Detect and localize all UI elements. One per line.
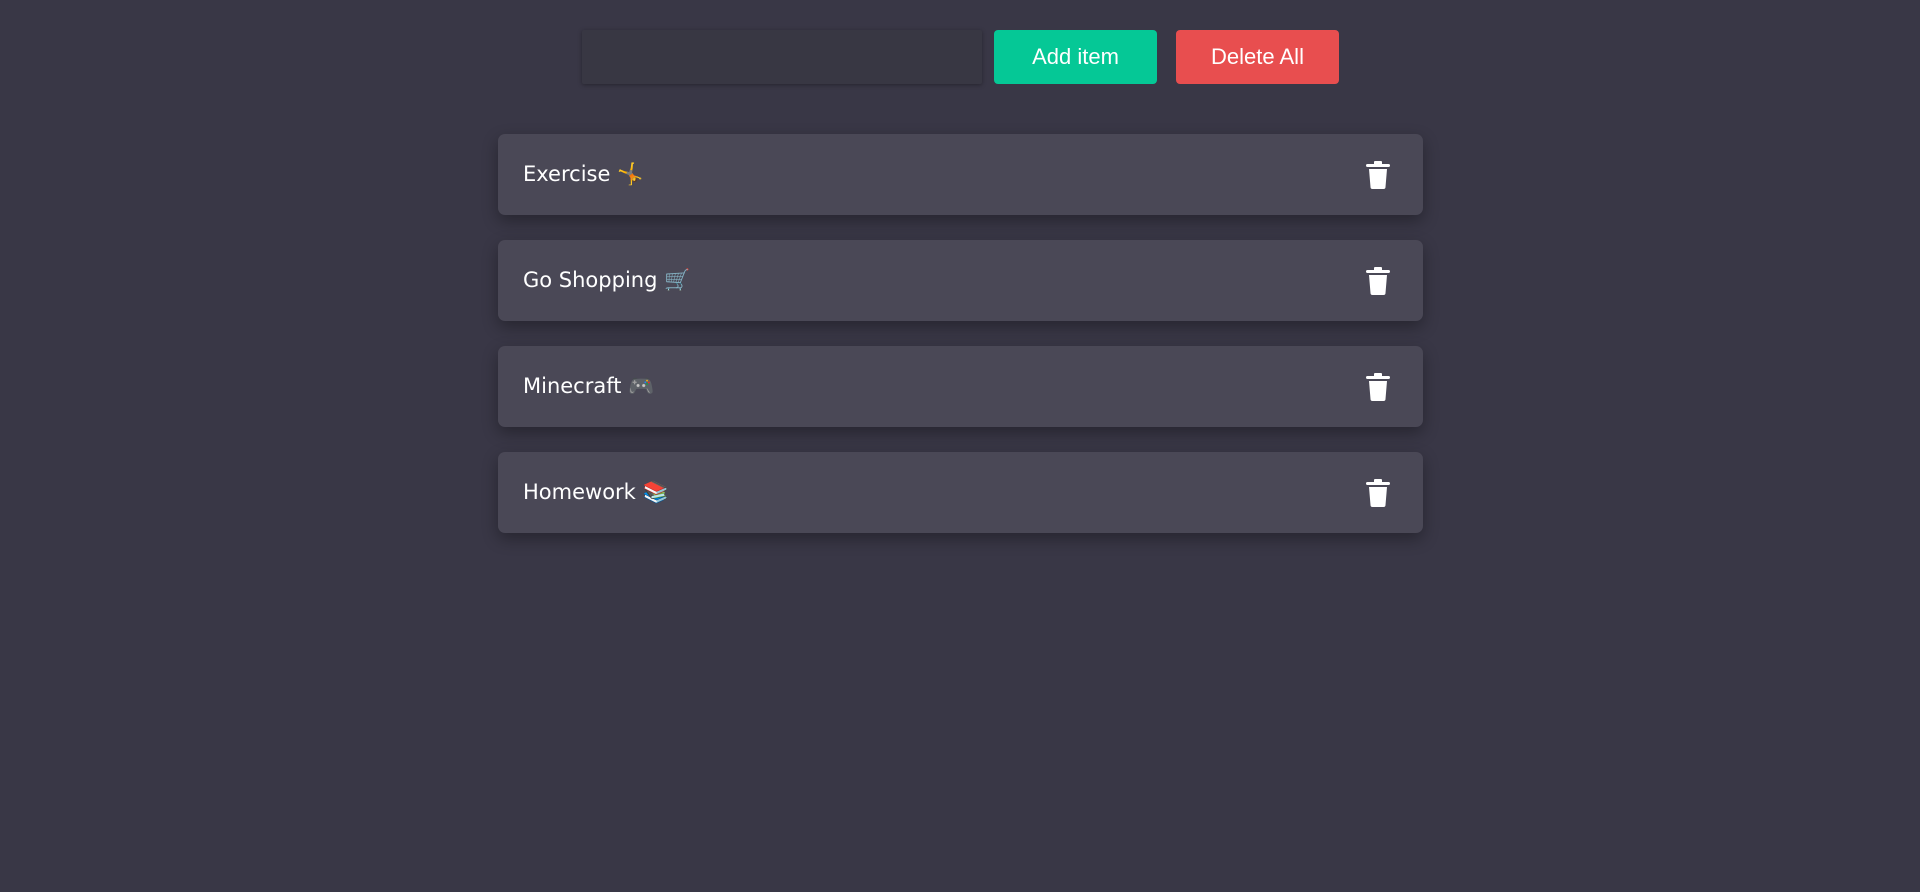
item-label: Minecraft 🎮 bbox=[523, 374, 655, 398]
trash-icon[interactable] bbox=[1362, 371, 1394, 403]
new-item-input[interactable] bbox=[582, 30, 982, 84]
item-label: Homework 📚 bbox=[523, 480, 669, 504]
list-item: Minecraft 🎮 bbox=[498, 346, 1423, 427]
list-item: Go Shopping 🛒 bbox=[498, 240, 1423, 321]
trash-icon[interactable] bbox=[1362, 265, 1394, 297]
item-label: Exercise 🤸 bbox=[523, 162, 644, 186]
delete-all-button[interactable]: Delete All bbox=[1176, 30, 1339, 84]
todo-list: Exercise 🤸 Go Shopping 🛒 Minecraft 🎮 Hom… bbox=[498, 134, 1423, 558]
list-item: Homework 📚 bbox=[498, 452, 1423, 533]
top-toolbar: Add item Delete All bbox=[582, 30, 1339, 84]
add-item-button[interactable]: Add item bbox=[994, 30, 1157, 84]
list-item: Exercise 🤸 bbox=[498, 134, 1423, 215]
trash-icon[interactable] bbox=[1362, 477, 1394, 509]
trash-icon[interactable] bbox=[1362, 159, 1394, 191]
item-label: Go Shopping 🛒 bbox=[523, 268, 691, 292]
